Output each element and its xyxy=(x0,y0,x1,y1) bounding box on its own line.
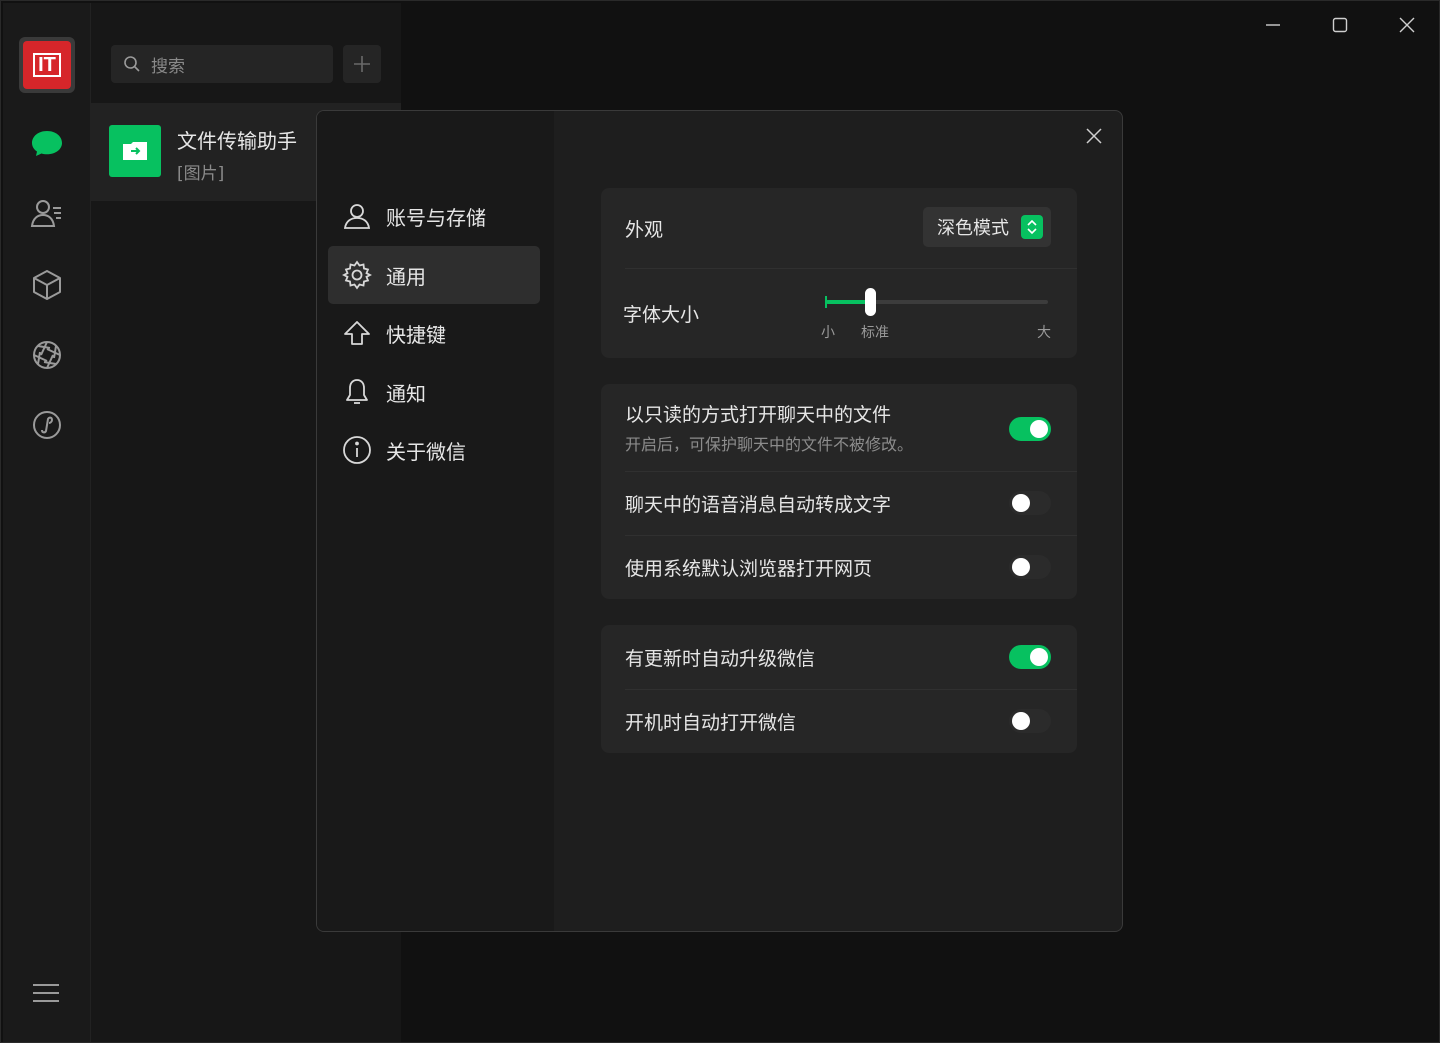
menu-icon[interactable] xyxy=(31,981,61,1005)
nav-label: 关于微信 xyxy=(386,439,466,464)
minimize-button[interactable] xyxy=(1251,9,1295,41)
nav-item-notifications[interactable]: 通知 xyxy=(328,363,540,421)
chat-preview: [图片] xyxy=(177,164,225,184)
font-size-slider[interactable] xyxy=(825,288,1048,316)
slider-max-label: 大 xyxy=(1037,325,1051,341)
wechat-window: IT 搜索 文件传输助手 [图片] 账号与存储 通用 快捷键 通知 关于微信 外… xyxy=(0,0,1440,1043)
close-icon xyxy=(1399,17,1415,33)
minimize-icon xyxy=(1266,24,1280,26)
add-button[interactable] xyxy=(343,45,381,83)
file-transfer-icon xyxy=(109,125,161,177)
readonly-files-toggle[interactable] xyxy=(1009,417,1051,441)
arrow-up-icon xyxy=(344,321,370,345)
setting-title: 以只读的方式打开聊天中的文件 xyxy=(625,404,892,426)
icon-rail: IT xyxy=(3,3,91,1042)
bell-icon xyxy=(346,379,368,404)
nav-label: 通用 xyxy=(386,264,426,289)
nav-item-shortcuts[interactable]: 快捷键 xyxy=(328,304,540,362)
setting-description: 开启后，可保护聊天中的文件不被修改。 xyxy=(625,435,914,454)
appearance-value: 深色模式 xyxy=(937,218,1009,239)
search-icon xyxy=(124,56,140,72)
appearance-card: 外观 深色模式 字体大小 小 标准 大 xyxy=(601,188,1077,358)
chat-icon[interactable] xyxy=(27,123,67,163)
maximize-icon xyxy=(1332,17,1348,33)
settings-dialog: 账号与存储 通用 快捷键 通知 关于微信 外观 深色模式 字体大小 小 标准 大… xyxy=(316,110,1123,932)
mini-program-icon[interactable] xyxy=(27,405,67,445)
plus-icon xyxy=(354,56,370,72)
contacts-icon[interactable] xyxy=(27,193,67,233)
setting-title: 有更新时自动升级微信 xyxy=(625,647,816,670)
aperture-icon[interactable] xyxy=(27,335,67,375)
font-size-label: 字体大小 xyxy=(623,303,700,326)
slider-min-label: 小 xyxy=(821,325,835,341)
user-icon xyxy=(343,204,371,229)
close-icon xyxy=(1086,128,1102,144)
auto-start-toggle[interactable] xyxy=(1009,709,1051,733)
chevron-updown-icon xyxy=(1021,215,1043,239)
slider-standard-label: 标准 xyxy=(861,325,889,341)
setting-title: 聊天中的语音消息自动转成文字 xyxy=(625,494,892,516)
avatar[interactable]: IT xyxy=(19,37,75,93)
close-window-button[interactable] xyxy=(1385,9,1429,41)
nav-label: 快捷键 xyxy=(386,322,446,347)
info-icon xyxy=(343,436,371,464)
maximize-button[interactable] xyxy=(1318,9,1362,41)
search-input[interactable]: 搜索 xyxy=(111,45,333,83)
nav-label: 通知 xyxy=(386,381,426,406)
setting-title: 使用系统默认浏览器打开网页 xyxy=(625,558,873,580)
slider-thumb[interactable] xyxy=(865,288,877,316)
system-browser-toggle[interactable] xyxy=(1009,555,1051,579)
nav-item-about[interactable]: 关于微信 xyxy=(328,421,540,479)
chat-settings-card: 以只读的方式打开聊天中的文件 开启后，可保护聊天中的文件不被修改。 聊天中的语音… xyxy=(601,384,1077,599)
auto-update-toggle[interactable] xyxy=(1009,645,1051,669)
nav-item-account-storage[interactable]: 账号与存储 xyxy=(328,187,540,245)
slider-fill xyxy=(826,300,871,304)
chat-title: 文件传输助手 xyxy=(177,129,297,153)
appearance-label: 外观 xyxy=(625,218,664,241)
box-icon[interactable] xyxy=(27,265,67,305)
nav-item-general[interactable]: 通用 xyxy=(328,246,540,304)
voice-to-text-toggle[interactable] xyxy=(1009,491,1051,515)
setting-title: 开机时自动打开微信 xyxy=(625,712,797,734)
gear-icon xyxy=(342,260,372,290)
avatar-text: IT xyxy=(33,53,61,77)
update-settings-card: 有更新时自动升级微信 开机时自动打开微信 xyxy=(601,625,1077,753)
appearance-select[interactable]: 深色模式 xyxy=(923,207,1051,247)
settings-nav: 账号与存储 通用 快捷键 通知 关于微信 xyxy=(317,111,554,931)
search-placeholder: 搜索 xyxy=(151,56,185,77)
close-dialog-button[interactable] xyxy=(1079,121,1109,151)
nav-label: 账号与存储 xyxy=(386,205,486,230)
